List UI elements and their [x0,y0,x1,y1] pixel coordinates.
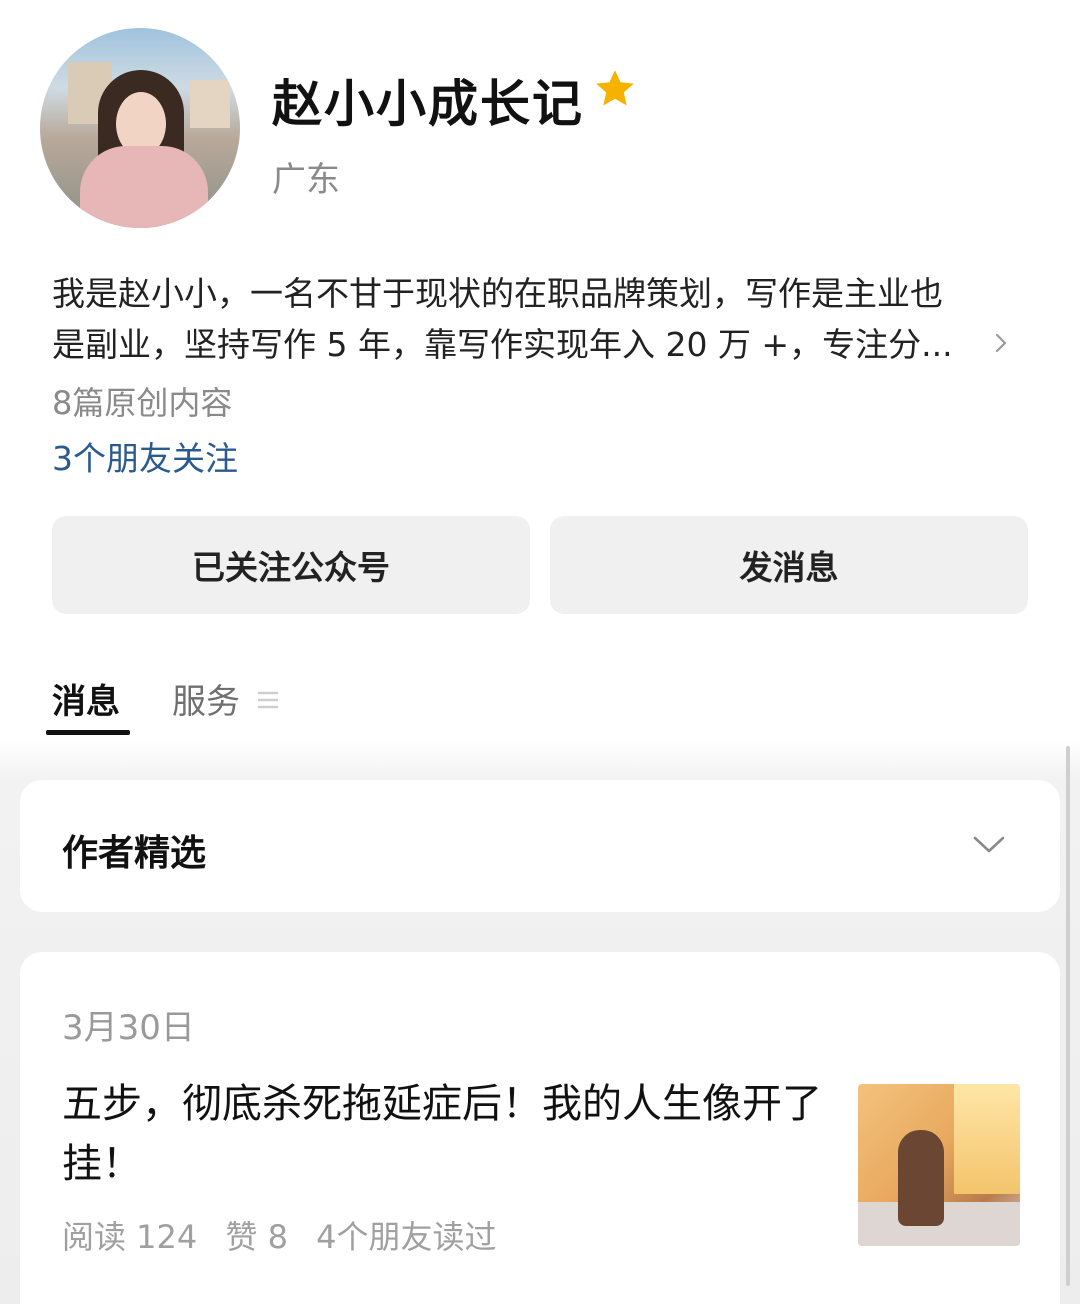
read-count: 阅读 124 [62,1218,198,1256]
article-title[interactable]: 五步，彻底杀死拖延症后！我的人生像开了挂！ [62,1074,822,1194]
author-featured-card[interactable]: 作者精选 [20,780,1060,912]
article-card[interactable]: 3月30日 五步，彻底杀死拖延症后！我的人生像开了挂！ 阅读 124 赞 8 4… [20,952,1060,1304]
tab-services[interactable]: 服务 [172,674,240,723]
avatar-background-building [190,80,230,128]
profile-header: 赵小小成长记 广东 [0,0,1080,250]
bio-text[interactable]: 我是赵小小，一名不甘于现状的在职品牌策划，写作是主业也 是副业，坚持写作 5 年… [52,268,1020,370]
article-date: 3月30日 [62,1008,195,1048]
avatar[interactable] [40,28,240,228]
menu-icon[interactable] [256,688,280,712]
article-thumbnail[interactable] [858,1084,1020,1246]
thumbnail-figure [898,1130,944,1226]
bio-line-1: 我是赵小小，一名不甘于现状的在职品牌策划，写作是主业也 [52,274,943,313]
bio-line-2: 是副业，坚持写作 5 年，靠写作实现年入 20 万 +，专注分... [52,325,953,364]
region-label: 广东 [272,160,340,200]
chevron-down-icon[interactable] [972,832,1006,856]
original-content-count[interactable]: 8篇原创内容 [52,378,232,424]
like-count: 赞 8 [225,1218,288,1256]
featured-section-title: 作者精选 [62,833,207,874]
friends-following-link[interactable]: 3个朋友关注 [52,432,238,480]
tab-messages[interactable]: 消息 [52,674,120,723]
star-icon [596,70,634,106]
avatar-sweater [80,146,208,228]
tab-bar: 消息 服务 [0,670,1080,740]
scrollbar[interactable] [1066,746,1070,1286]
thumbnail-window-light [954,1084,1020,1194]
account-name: 赵小小成长记 [272,75,584,133]
followed-account-button[interactable]: 已关注公众号 [52,516,530,614]
friends-read-count: 4个朋友读过 [316,1218,497,1256]
article-stats: 阅读 124 赞 8 4个朋友读过 [62,1212,515,1258]
send-message-button[interactable]: 发消息 [550,516,1028,614]
chevron-right-icon[interactable] [990,330,1012,356]
active-tab-indicator [46,730,130,735]
